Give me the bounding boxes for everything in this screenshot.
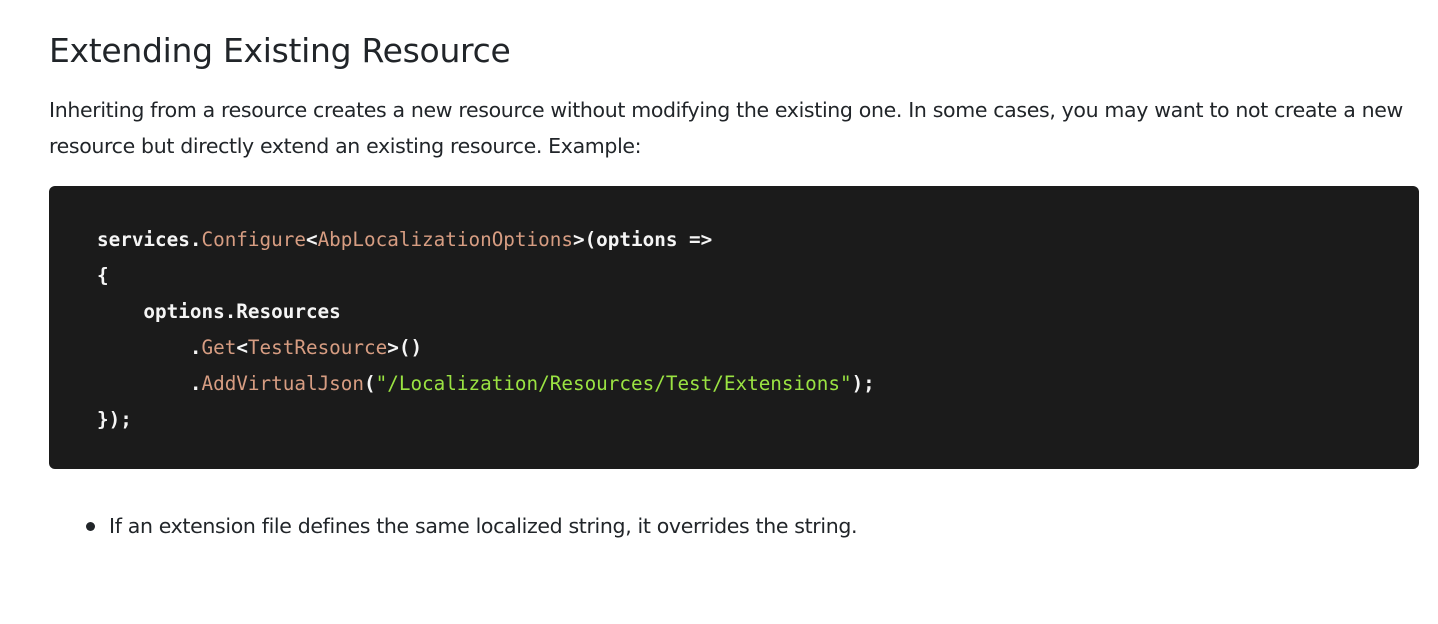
code-token-type: AbpLocalizationOptions bbox=[317, 228, 573, 251]
intro-paragraph: Inheriting from a resource creates a new… bbox=[49, 98, 1403, 158]
code-token-plain: options.Resources bbox=[97, 300, 341, 323]
code-line: }); bbox=[97, 408, 132, 431]
code-token-plain: < bbox=[236, 336, 248, 359]
code-token-plain: services. bbox=[97, 228, 202, 251]
code-token-plain: >(options => bbox=[572, 228, 713, 251]
code-token-plain: ); bbox=[851, 372, 875, 395]
code-token-type: TestResource bbox=[247, 336, 388, 359]
bullet-icon bbox=[86, 522, 95, 531]
code-token-method: Get bbox=[201, 336, 237, 359]
code-line: { bbox=[97, 264, 109, 287]
code-line: .AddVirtualJson("/Localization/Resources… bbox=[97, 372, 875, 395]
code-line: services.Configure<AbpLocalizationOption… bbox=[97, 228, 712, 251]
section-heading: Extending Existing Resource bbox=[49, 31, 511, 70]
code-token-plain: { bbox=[97, 264, 109, 287]
code-token-plain: . bbox=[97, 372, 202, 395]
code-line: .Get<TestResource>() bbox=[97, 336, 422, 359]
code-token-string: "/Localization/Resources/Test/Extensions… bbox=[375, 372, 852, 395]
list-item: If an extension file defines the same lo… bbox=[49, 508, 858, 544]
list-item-text: If an extension file defines the same lo… bbox=[109, 514, 858, 538]
code-token-plain: ( bbox=[364, 372, 376, 395]
code-token-plain: . bbox=[97, 336, 202, 359]
code-token-plain: >() bbox=[387, 336, 423, 359]
code-block: services.Configure<AbpLocalizationOption… bbox=[49, 186, 1419, 469]
code-listing: services.Configure<AbpLocalizationOption… bbox=[97, 222, 1419, 438]
notes-list: If an extension file defines the same lo… bbox=[49, 508, 858, 544]
code-line: options.Resources bbox=[97, 300, 341, 323]
code-token-method: Configure bbox=[201, 228, 306, 251]
code-token-plain: }); bbox=[97, 408, 132, 431]
code-token-plain: < bbox=[305, 228, 318, 251]
code-token-method: AddVirtualJson bbox=[201, 372, 365, 395]
